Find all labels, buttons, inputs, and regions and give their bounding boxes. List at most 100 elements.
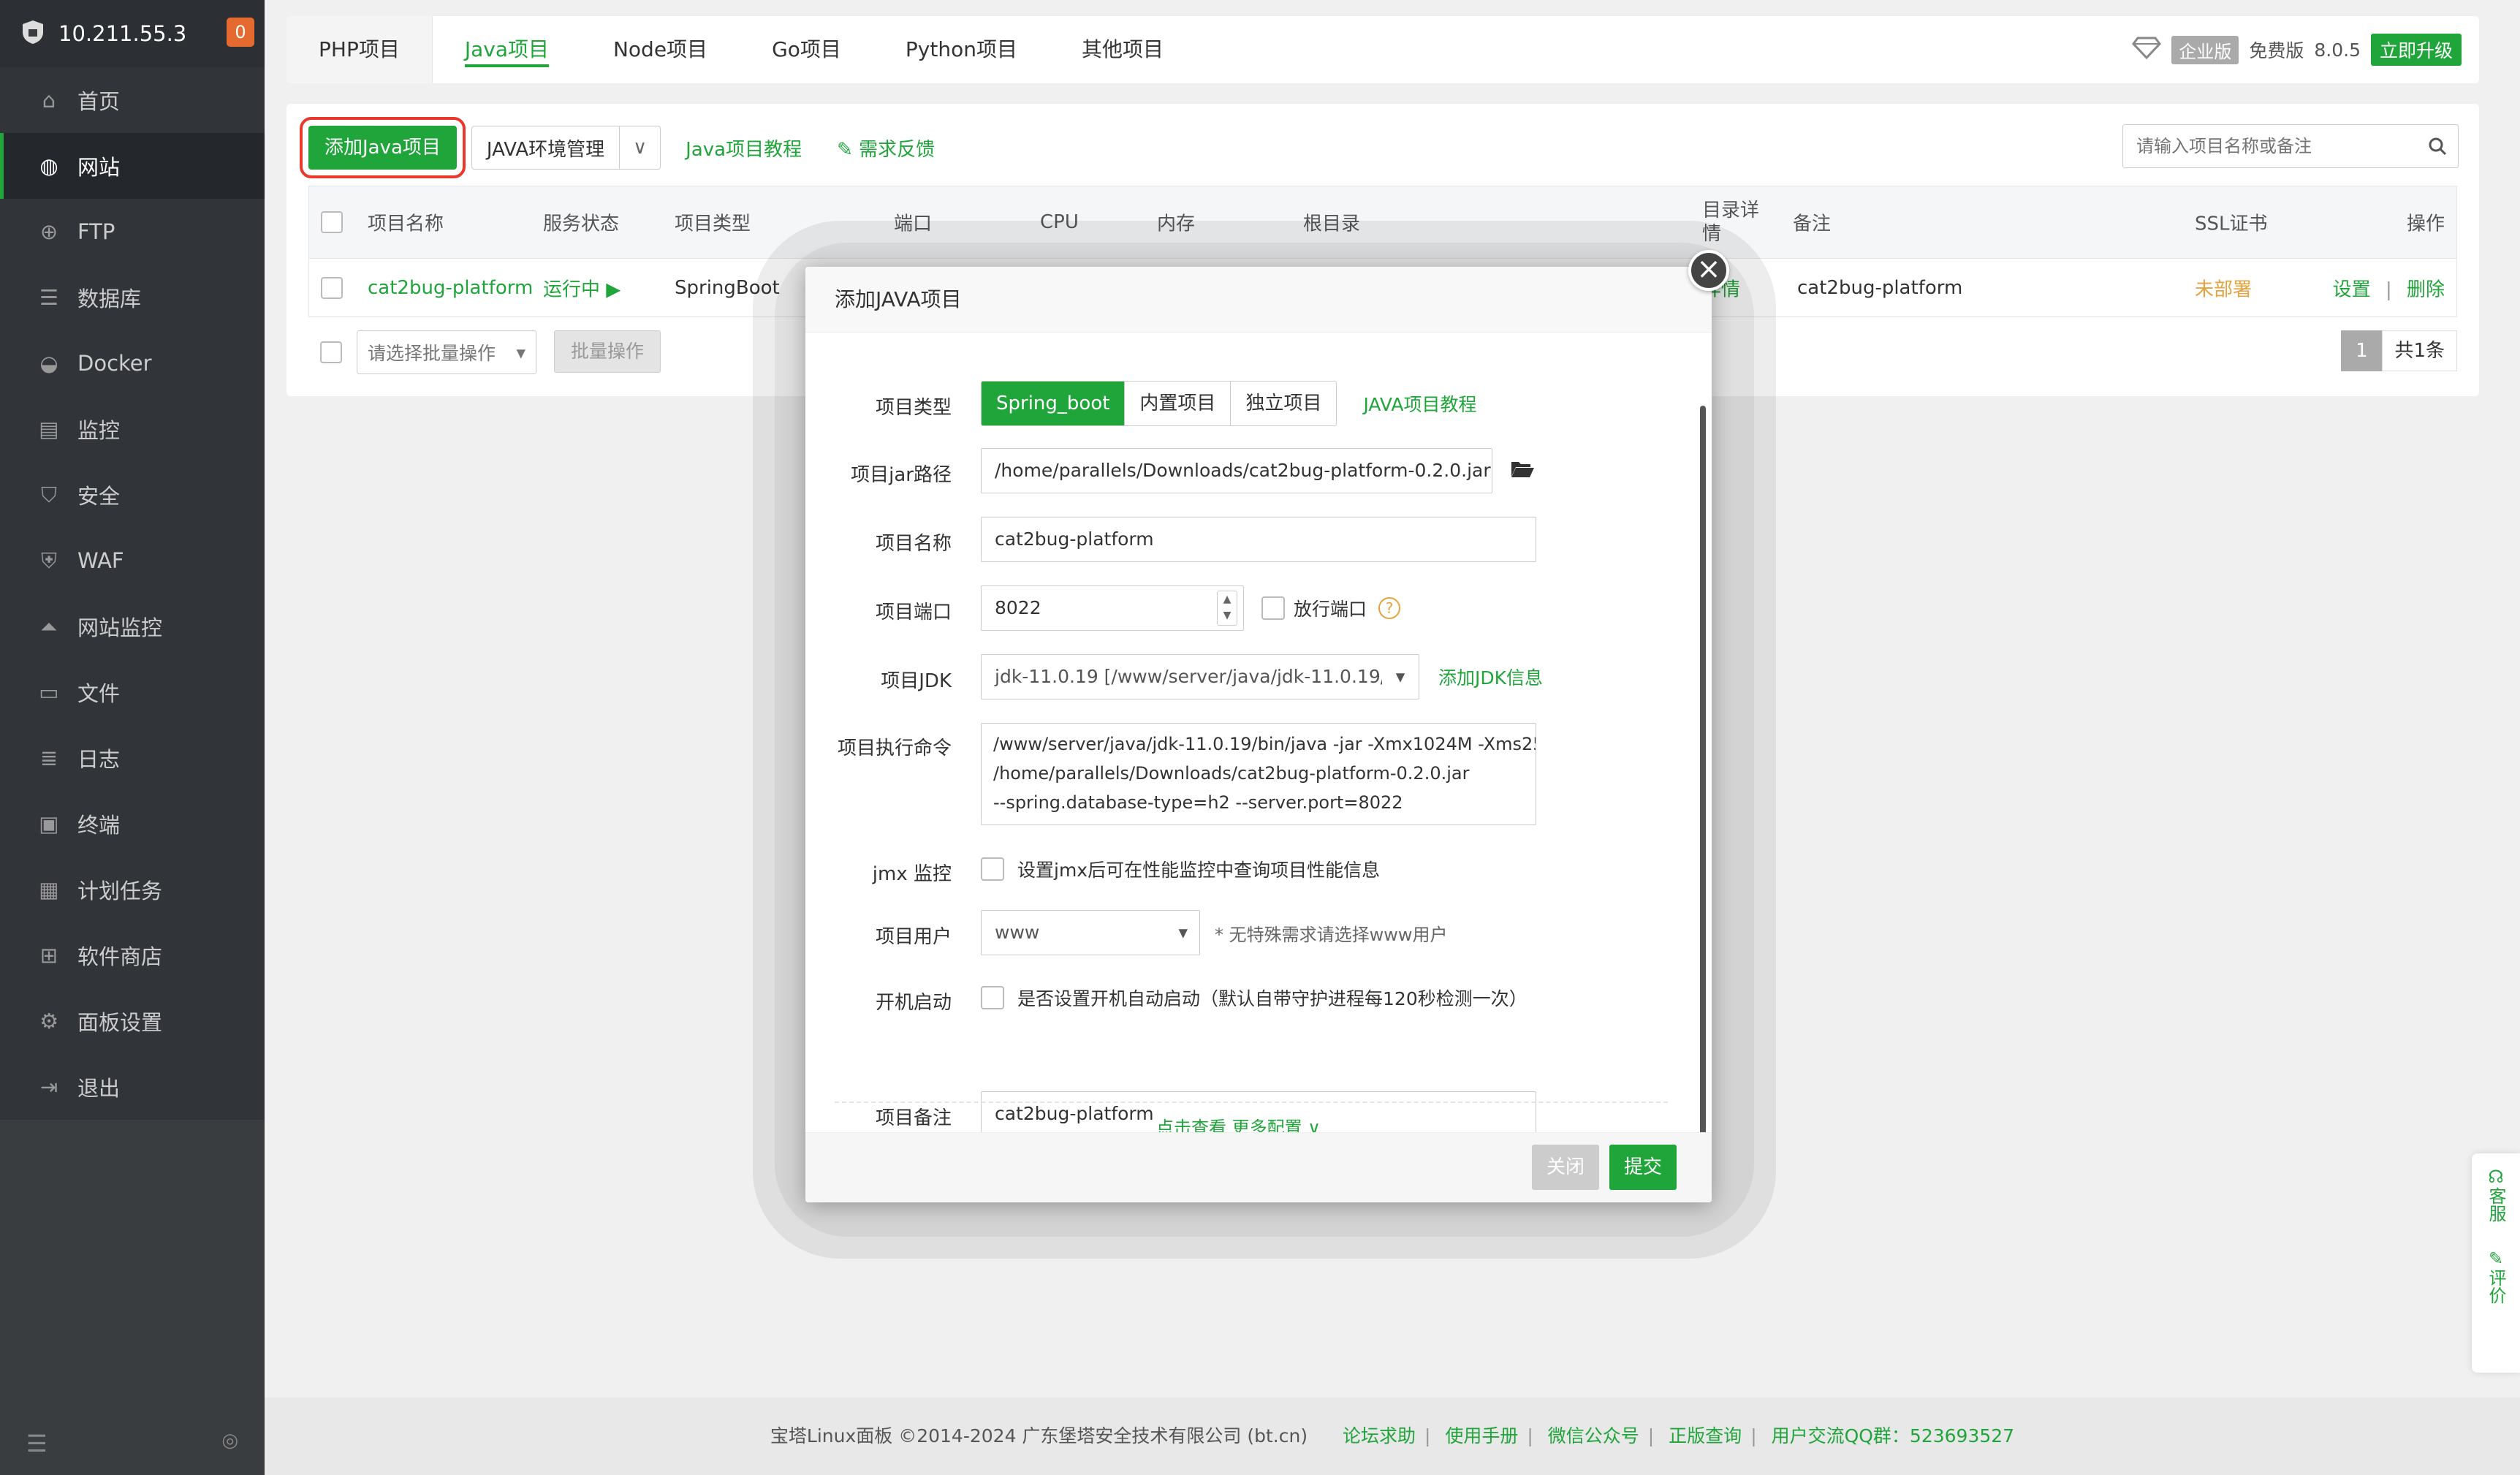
- row-note: cat2bug-platform: [1797, 276, 1963, 299]
- status-running[interactable]: 运行中 ▶: [543, 274, 620, 301]
- close-button[interactable]: 关闭: [1531, 1145, 1599, 1190]
- user-hint: * 无特殊需求请选择www用户: [1215, 924, 1448, 945]
- type-spring-boot[interactable]: Spring_boot: [982, 382, 1126, 425]
- wechat-link[interactable]: 微信公众号: [1548, 1425, 1639, 1446]
- type-builtin[interactable]: 内置项目: [1125, 382, 1231, 425]
- modal-close-icon[interactable]: ×: [1688, 250, 1729, 291]
- row-project-jdk: 项目JDK jdk-11.0.19 [/www/server/java/jdk-…: [805, 654, 1682, 701]
- sidebar-item[interactable]: ⌂ 首页: [0, 67, 265, 133]
- tab[interactable]: PHP项目: [286, 16, 433, 83]
- theme-icon[interactable]: ◎: [221, 1430, 238, 1457]
- caret-down-icon: ▾: [1382, 655, 1419, 699]
- boot-start-checkbox[interactable]: [981, 986, 1004, 1009]
- jar-path-input[interactable]: /home/parallels/Downloads/cat2bug-platfo…: [981, 448, 1492, 493]
- folder-open-icon[interactable]: [1510, 459, 1535, 482]
- type-standalone[interactable]: 独立项目: [1231, 382, 1336, 425]
- sidebar-item[interactable]: ≣ 日志: [0, 725, 265, 791]
- help-icon[interactable]: ?: [1378, 597, 1401, 619]
- tab[interactable]: Python项目: [873, 16, 1050, 83]
- port-stepper[interactable]: ▲ ▼: [1217, 591, 1237, 626]
- sidebar-item[interactable]: ⏶ 网站监控: [0, 594, 265, 659]
- search-box: [2122, 124, 2459, 168]
- row-checkbox[interactable]: [321, 276, 343, 299]
- select-all-checkbox[interactable]: [321, 211, 343, 233]
- java-env-manage-button[interactable]: JAVA环境管理 ∨: [471, 126, 661, 170]
- modal-scrollbar[interactable]: [1700, 406, 1706, 1144]
- settings-link[interactable]: 设置: [2333, 278, 2371, 300]
- row-exec-command: 项目执行命令 /www/server/java/jdk-11.0.19/bin/…: [805, 723, 1682, 825]
- sidebar-item[interactable]: ⚙ 面板设置: [0, 988, 265, 1054]
- qq-group-link[interactable]: 用户交流QQ群：523693527: [1772, 1425, 2015, 1446]
- terminal-icon: ▣: [39, 811, 59, 836]
- sidebar-item[interactable]: ▦ 计划任务: [0, 857, 265, 922]
- tab[interactable]: Node项目: [581, 16, 740, 83]
- sidebar-item[interactable]: ⊕ FTP: [0, 199, 265, 265]
- label-boot-start: 开机启动: [875, 992, 952, 1014]
- jdk-select[interactable]: jdk-11.0.19 [/www/server/java/jdk-11.0.1…: [981, 654, 1419, 699]
- batch-action-button[interactable]: 批量操作: [554, 330, 661, 373]
- free-edition-label: 免费版: [2249, 40, 2304, 61]
- row-project-name: 项目名称 cat2bug-platform: [805, 517, 1682, 564]
- sidebar-item-label: Docker: [77, 351, 152, 376]
- user-select[interactable]: www ▾: [981, 910, 1200, 955]
- modal-body: 项目类型 Spring_boot 内置项目 独立项目 JAVA项目教程 项目ja…: [805, 333, 1712, 1144]
- project-tabs: PHP项目 Java项目 Node项目 Go项目 Python项目 其他项目 企业版 免费…: [286, 16, 2479, 83]
- edit-icon: ✎: [837, 138, 853, 161]
- search-input[interactable]: [2123, 126, 2417, 167]
- divider: [835, 1101, 1668, 1103]
- java-tutorial-modal-link[interactable]: JAVA项目教程: [1363, 390, 1476, 417]
- batch-select[interactable]: 请选择批量操作 ▾: [357, 330, 536, 374]
- footer-checkbox[interactable]: [320, 341, 342, 363]
- sidebar-bottom: ☰ ◎: [26, 1430, 238, 1457]
- sidebar-item[interactable]: ☰ 数据库: [0, 265, 265, 330]
- submit-button[interactable]: 提交: [1609, 1145, 1677, 1190]
- col-name: 项目名称: [368, 213, 444, 235]
- license-link[interactable]: 正版查询: [1669, 1425, 1742, 1446]
- add-jdk-link[interactable]: 添加JDK信息: [1438, 664, 1543, 690]
- page-1[interactable]: 1: [2341, 330, 2383, 371]
- label-jmx: jmx 监控: [872, 863, 952, 885]
- ssl-status[interactable]: 未部署: [2195, 274, 2252, 301]
- notification-badge[interactable]: 0: [227, 18, 254, 47]
- project-name-input[interactable]: cat2bug-platform: [981, 517, 1536, 562]
- project-name-link[interactable]: cat2bug-platform: [368, 277, 533, 299]
- toolbar: 添加Java项目 JAVA环境管理 ∨ Java项目教程 ✎ 需求反馈: [300, 117, 935, 178]
- delete-link[interactable]: 删除: [2407, 278, 2445, 300]
- sidebar-item-label: 面板设置: [77, 1010, 163, 1035]
- upgrade-button[interactable]: 立即升级: [2370, 34, 2462, 66]
- label-exec-command: 项目执行命令: [837, 738, 952, 759]
- chevron-down-icon[interactable]: ∨: [619, 126, 660, 169]
- edit-icon: ✎: [2488, 1248, 2504, 1269]
- tab[interactable]: Go项目: [740, 16, 873, 83]
- collapse-menu-icon[interactable]: ☰: [26, 1430, 48, 1457]
- tab[interactable]: Java项目: [433, 16, 581, 83]
- java-tutorial-link[interactable]: Java项目教程: [686, 134, 802, 162]
- sidebar-item[interactable]: ▣ 终端: [0, 791, 265, 857]
- sidebar-item-label: 文件: [77, 681, 121, 706]
- manual-link[interactable]: 使用手册: [1445, 1425, 1518, 1446]
- tab[interactable]: 其他项目: [1050, 16, 1196, 83]
- modal-footer: 关闭 提交: [805, 1132, 1712, 1202]
- rate-button[interactable]: ✎ 评价: [2472, 1235, 2520, 1317]
- open-port-checkbox[interactable]: [1261, 596, 1285, 620]
- row-project-port: 项目端口 8022 ▲ ▼ 放行端口 ?: [805, 585, 1682, 632]
- search-icon[interactable]: [2417, 136, 2458, 156]
- project-port-input[interactable]: 8022 ▲ ▼: [981, 585, 1244, 631]
- enterprise-badge[interactable]: 企业版: [2171, 35, 2239, 64]
- forum-link[interactable]: 论坛求助: [1343, 1425, 1416, 1446]
- exec-command-textarea[interactable]: /www/server/java/jdk-11.0.19/bin/java -j…: [981, 723, 1536, 825]
- sidebar-item[interactable]: ⇥ 退出: [0, 1054, 265, 1120]
- sidebar-item[interactable]: ⛉ 安全: [0, 462, 265, 528]
- sidebar-item[interactable]: ◒ Docker: [0, 330, 265, 396]
- sidebar-item[interactable]: ▭ 文件: [0, 659, 265, 725]
- customer-service-button[interactable]: ☊ 客服: [2472, 1153, 2520, 1235]
- jmx-checkbox[interactable]: [981, 857, 1004, 881]
- sidebar-item[interactable]: ▤ 监控: [0, 396, 265, 462]
- jmx-text: 设置jmx后可在性能监控中查询项目性能信息: [1017, 860, 1381, 881]
- sidebar-item[interactable]: ⛨ WAF: [0, 528, 265, 594]
- feedback-link[interactable]: ✎ 需求反馈: [837, 134, 935, 162]
- sidebar-item[interactable]: ⊞ 软件商店: [0, 922, 265, 988]
- sidebar-item[interactable]: ◍ 网站: [0, 133, 265, 199]
- float-toolbar: ☊ 客服 ✎ 评价: [2472, 1153, 2520, 1373]
- add-java-project-button[interactable]: 添加Java项目: [300, 117, 466, 178]
